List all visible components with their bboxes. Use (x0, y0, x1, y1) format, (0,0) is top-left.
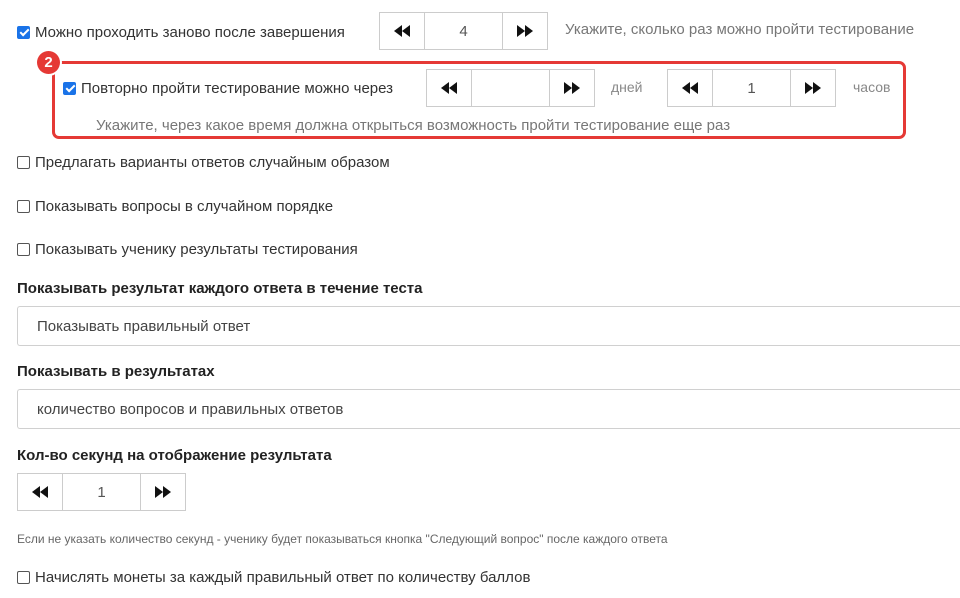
retake-increment-button[interactable] (503, 13, 547, 49)
show-each-answer-heading: Показывать результат каждого ответа в те… (17, 280, 423, 297)
hours-input[interactable]: 1 (712, 70, 791, 106)
random-questions-checkbox[interactable] (17, 199, 30, 213)
random-answers-label: Предлагать варианты ответов случайным об… (35, 153, 390, 171)
hours-stepper: 1 (667, 69, 836, 107)
repeat-after-option[interactable]: Повторно пройти тестирование можно через (63, 78, 393, 98)
seconds-heading: Кол-во секунд на отображение результата (17, 447, 332, 464)
repeat-after-checkbox[interactable] (63, 81, 76, 95)
days-stepper (426, 69, 595, 107)
double-right-arrow-icon (517, 25, 533, 37)
seconds-decrement-button[interactable] (18, 474, 62, 510)
repeat-after-label: Повторно пройти тестирование можно через (81, 79, 394, 97)
double-left-arrow-icon (394, 25, 410, 37)
days-input[interactable] (471, 70, 550, 106)
retake-label: Можно проходить заново после завершения (35, 23, 345, 41)
show-results-checkbox[interactable] (17, 242, 30, 256)
coins-label: Начислять монеты за каждый правильный от… (35, 568, 531, 586)
double-left-arrow-icon (441, 82, 457, 94)
double-left-arrow-icon (682, 82, 698, 94)
step-badge: 2 (37, 51, 60, 74)
coins-checkbox[interactable] (17, 570, 30, 584)
random-questions-label: Показывать вопросы в случайном порядке (35, 197, 334, 215)
double-right-arrow-icon (564, 82, 580, 94)
seconds-increment-button[interactable] (141, 474, 185, 510)
show-results-option[interactable]: Показывать ученику результаты тестирован… (17, 239, 358, 259)
random-questions-option[interactable]: Показывать вопросы в случайном порядке (17, 196, 333, 216)
show-in-results-value: количество вопросов и правильных ответов (37, 400, 344, 418)
show-in-results-select[interactable]: количество вопросов и правильных ответов (17, 389, 960, 429)
seconds-stepper: 1 (17, 473, 186, 511)
show-results-label: Показывать ученику результаты тестирован… (35, 240, 358, 258)
seconds-note: Если не указать количество секунд - учен… (17, 532, 668, 546)
retake-option[interactable]: Можно проходить заново после завершения (17, 22, 345, 42)
seconds-input[interactable]: 1 (62, 474, 141, 510)
show-each-answer-value: Показывать правильный ответ (37, 317, 251, 335)
random-answers-checkbox[interactable] (17, 155, 30, 169)
hours-decrement-button[interactable] (668, 70, 712, 106)
retake-count-stepper: 4 (379, 12, 548, 50)
days-decrement-button[interactable] (427, 70, 471, 106)
double-left-arrow-icon (32, 486, 48, 498)
repeat-after-hint: Укажите, через какое время должна открыт… (96, 117, 731, 134)
retake-hint: Укажите, сколько раз можно пройти тестир… (565, 21, 915, 38)
retake-count-input[interactable]: 4 (424, 13, 503, 49)
coins-option[interactable]: Начислять монеты за каждый правильный от… (17, 567, 530, 587)
show-each-answer-select[interactable]: Показывать правильный ответ (17, 306, 960, 346)
random-answers-option[interactable]: Предлагать варианты ответов случайным об… (17, 152, 390, 172)
hours-unit-label: часов (853, 79, 891, 95)
double-right-arrow-icon (155, 486, 171, 498)
retake-decrement-button[interactable] (380, 13, 424, 49)
days-increment-button[interactable] (550, 70, 594, 106)
double-right-arrow-icon (805, 82, 821, 94)
retake-checkbox[interactable] (17, 25, 30, 39)
show-in-results-heading: Показывать в результатах (17, 363, 215, 380)
hours-increment-button[interactable] (791, 70, 835, 106)
days-unit-label: дней (611, 79, 643, 95)
